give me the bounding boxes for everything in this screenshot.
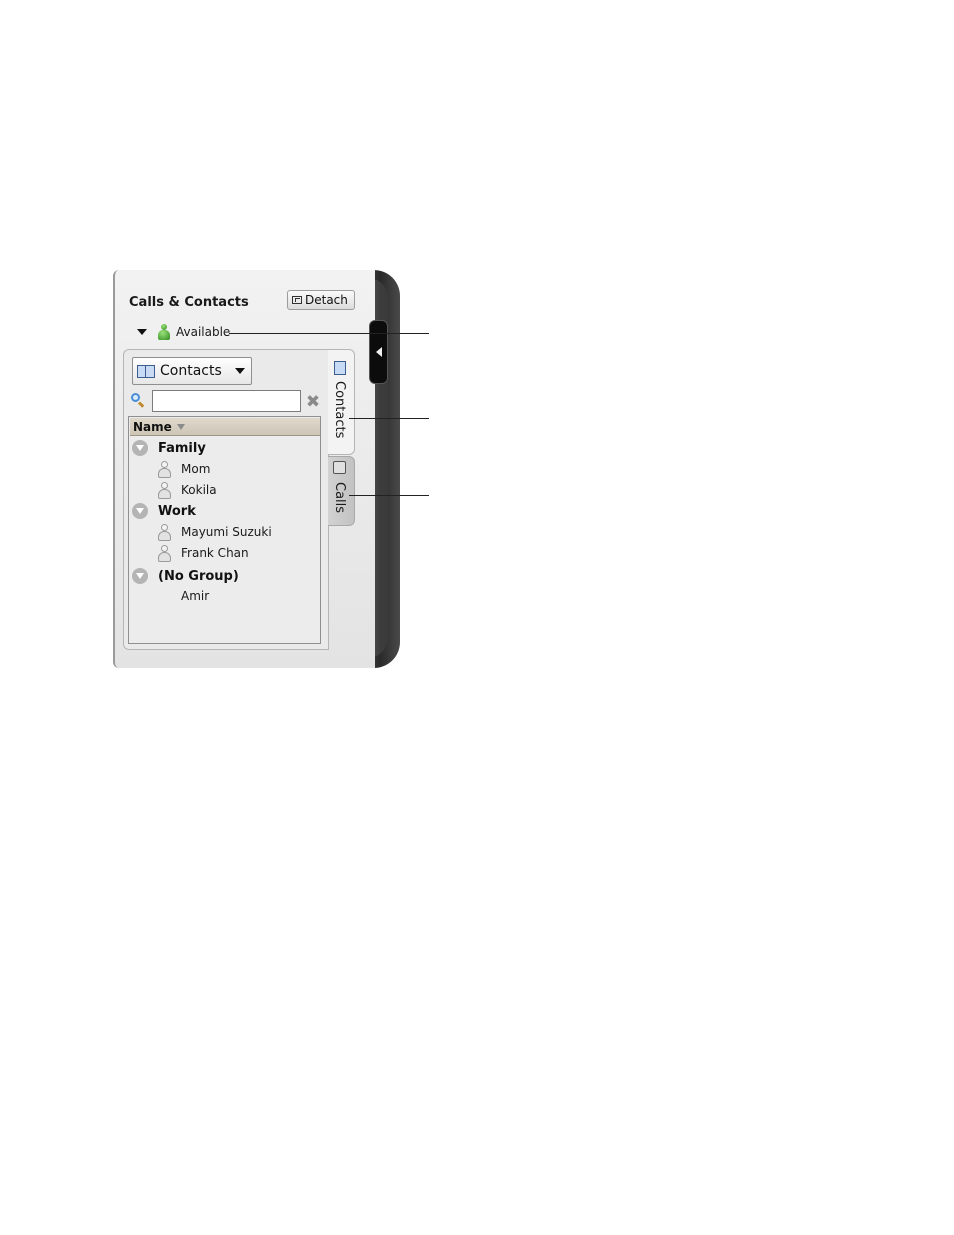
detach-label: Detach: [305, 293, 348, 307]
collapse-group-icon[interactable]: [132, 568, 148, 584]
contact-offline-icon: [158, 523, 171, 541]
contact-name: Frank Chan: [181, 546, 249, 560]
contact-row[interactable]: Mom: [158, 459, 210, 479]
search-icon: [131, 393, 145, 408]
chevron-down-icon: [235, 368, 245, 374]
callout-line-contacts-tab: [349, 418, 429, 419]
group-label: Family: [158, 440, 206, 456]
group-row-work[interactable]: Work: [132, 501, 196, 521]
group-label: (No Group): [158, 568, 239, 584]
collapse-group-icon[interactable]: [132, 503, 148, 519]
detach-button[interactable]: Detach: [287, 290, 355, 310]
search-input[interactable]: [152, 390, 301, 412]
status-selector[interactable]: Available: [137, 322, 230, 342]
column-header-label: Name: [133, 419, 172, 434]
clear-search-icon[interactable]: ✖: [305, 394, 321, 411]
presence-available-icon: [158, 324, 170, 340]
collapse-arrow-icon: [375, 347, 382, 357]
contacts-source-dropdown[interactable]: Contacts: [132, 357, 252, 385]
contact-name: Mom: [181, 462, 211, 476]
callout-line-calls-tab: [349, 495, 429, 496]
group-row-no-group[interactable]: (No Group): [132, 566, 239, 586]
tab-contacts-label: Contacts: [332, 381, 347, 439]
contact-offline-icon: [158, 460, 171, 478]
contact-name: Mayumi Suzuki: [181, 525, 272, 539]
contacts-tab-icon: [334, 361, 346, 375]
tab-calls-label: Calls: [332, 482, 347, 514]
collapse-panel-button[interactable]: [369, 320, 388, 384]
group-row-family[interactable]: Family: [132, 438, 206, 458]
contact-name: Kokila: [181, 483, 217, 497]
group-label: Work: [158, 503, 196, 519]
dropdown-selected-label: Contacts: [160, 363, 222, 379]
contact-name: Amir: [181, 589, 210, 603]
name-column-header[interactable]: Name: [130, 418, 320, 436]
callout-line-status: [229, 333, 429, 334]
contact-row[interactable]: Amir: [181, 586, 209, 606]
contact-row[interactable]: Frank Chan: [158, 543, 249, 563]
status-label: Available: [176, 325, 231, 339]
contact-row[interactable]: Mayumi Suzuki: [158, 522, 272, 542]
detach-icon: [292, 296, 302, 304]
address-book-icon: [137, 364, 155, 378]
contact-offline-icon: [158, 481, 171, 499]
sort-descending-icon: [176, 423, 185, 430]
collapse-group-icon[interactable]: [132, 440, 148, 456]
contact-offline-icon: [158, 544, 171, 562]
panel-title: Calls & Contacts: [129, 295, 249, 310]
calls-tab-icon: [333, 461, 346, 474]
contact-row[interactable]: Kokila: [158, 480, 217, 500]
caret-down-icon[interactable]: [137, 329, 147, 335]
